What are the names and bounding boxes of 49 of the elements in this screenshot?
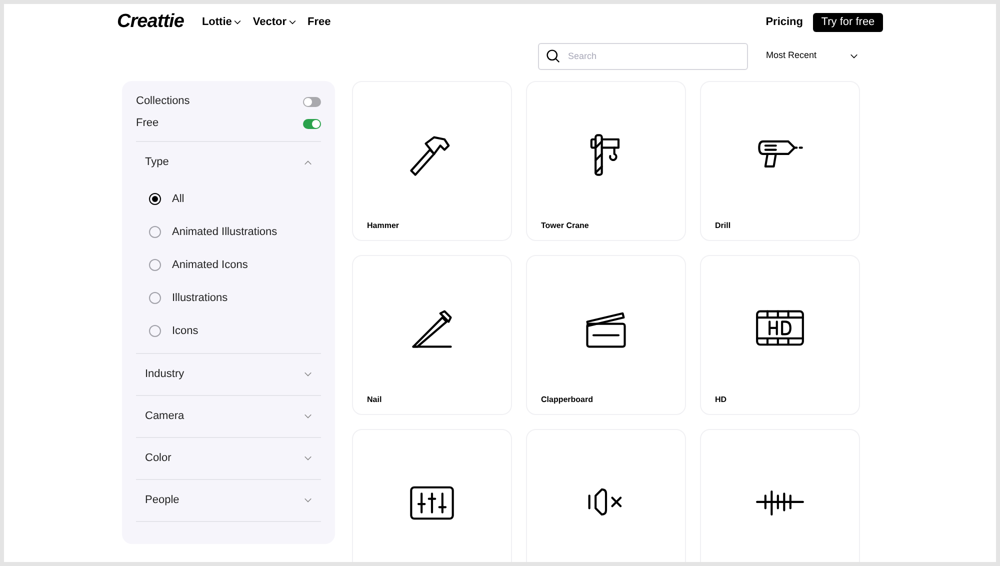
radio-button[interactable] (149, 325, 161, 337)
caret-icon (234, 20, 241, 25)
filter-section-header[interactable]: Color (136, 438, 321, 478)
toggle-switch[interactable] (303, 96, 321, 106)
radio-label: Illustrations (172, 290, 228, 306)
icon-card[interactable]: HD (700, 254, 860, 414)
chevron-down-icon (304, 498, 312, 502)
nav-link[interactable]: Vector (252, 14, 296, 30)
nav-link[interactable]: Lottie (202, 14, 241, 30)
search-field[interactable]: Search (538, 42, 748, 70)
pricing-link[interactable]: Pricing (766, 14, 803, 30)
filter-section-header[interactable]: People (136, 480, 321, 520)
caret-icon (288, 20, 296, 25)
card-title: Tower Crane (541, 220, 590, 232)
radio-button[interactable] (149, 292, 161, 304)
filter-section-header[interactable]: Camera (136, 396, 321, 436)
radio-label: All (172, 192, 184, 207)
chevron-down-icon (304, 456, 312, 460)
chevron-down-icon (850, 54, 858, 58)
icon-card[interactable] (352, 428, 512, 562)
card-title: Clapperboard (541, 394, 594, 406)
chevron-down-icon (304, 414, 312, 418)
filter-section-header[interactable]: Type (136, 142, 321, 182)
icon-card[interactable]: Nail (352, 254, 512, 414)
card-title: Drill (715, 220, 732, 232)
logo[interactable]: Creattie (117, 8, 184, 36)
icon-card[interactable]: Clapperboard (526, 254, 686, 414)
sort-dropdown[interactable]: Most Recent (766, 49, 858, 63)
card-title: Nail (367, 394, 383, 406)
radio-label: Animated Illustrations (172, 224, 278, 240)
search-icon (546, 48, 560, 62)
radio-button[interactable] (149, 226, 161, 238)
radio-label: Icons (172, 324, 198, 339)
icon-card[interactable]: Drill (700, 80, 860, 240)
card-title: Hammer (367, 220, 400, 232)
nav-link[interactable]: Free (308, 14, 331, 30)
toggle-label: Free (136, 116, 159, 132)
card-title: HD (715, 394, 728, 406)
try-for-free-button[interactable]: Try for free (813, 12, 883, 32)
radio-button[interactable] (149, 259, 161, 271)
chevron-down-icon (304, 372, 312, 376)
icon-card[interactable]: Hammer (352, 80, 512, 240)
toggle-label: Collections (136, 94, 190, 110)
radio-label: Animated Icons (172, 258, 248, 273)
radio-button[interactable] (149, 193, 161, 205)
icon-card[interactable]: Tower Crane (526, 80, 686, 240)
toggle-switch[interactable] (303, 118, 321, 128)
filter-section-header[interactable]: Industry (136, 354, 321, 394)
chevron-up-icon (304, 160, 312, 164)
